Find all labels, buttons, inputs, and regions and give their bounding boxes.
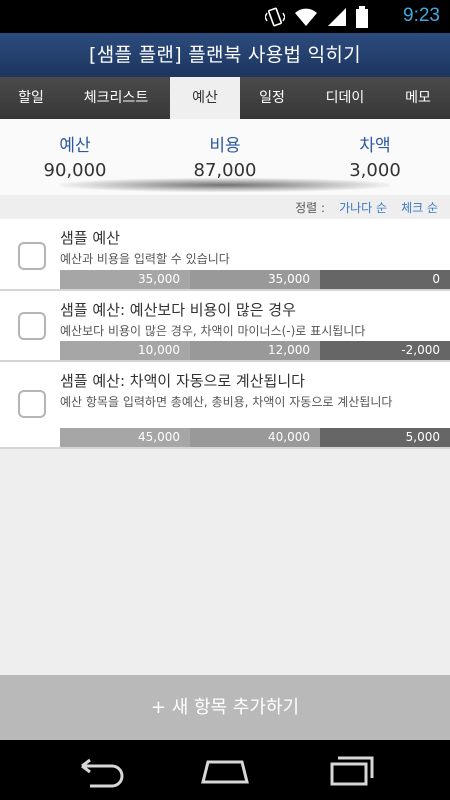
item-budget-value: 35,000 <box>60 270 190 289</box>
item-amount-bar: 35,000 35,000 0 <box>60 270 450 289</box>
signal-icon <box>328 8 346 26</box>
tab-checklist[interactable]: 체크리스트 <box>62 77 170 119</box>
title-bar: [샘플 플랜] 플랜북 사용법 익히기 <box>0 33 450 77</box>
tab-todo[interactable]: 할일 <box>0 77 62 119</box>
item-checkbox[interactable] <box>18 312 46 340</box>
list-item[interactable]: 샘플 예산 예산과 비용을 입력할 수 있습니다 35,000 35,000 0 <box>0 219 450 291</box>
home-icon[interactable] <box>195 752 255 788</box>
item-cost-value: 40,000 <box>190 428 320 447</box>
list-item[interactable]: 샘플 예산: 예산보다 비용이 많은 경우 예산보다 비용이 많은 경우, 차액… <box>0 291 450 362</box>
tab-bar: 할일 체크리스트 예산 일정 디데이 메모 <box>0 77 450 119</box>
sort-row: 정렬 : 가나다 순 체크 순 <box>0 195 450 219</box>
item-diff-value: -2,000 <box>320 341 450 360</box>
add-item-label: + 새 항목 추가하기 <box>150 697 300 718</box>
item-diff-value: 0 <box>320 270 450 289</box>
item-description: 예산 항목을 입력하면 총예산, 총비용, 차액이 자동으로 계산됩니다 <box>60 395 393 409</box>
item-budget-value: 45,000 <box>60 428 190 447</box>
item-description: 예산보다 비용이 많은 경우, 차액이 마이너스(-)로 표시됩니다 <box>60 324 366 338</box>
page-title: [샘플 플랜] 플랜북 사용법 익히기 <box>89 44 361 66</box>
status-bar: 9:23 <box>0 0 450 33</box>
item-checkbox[interactable] <box>18 390 46 418</box>
item-title: 샘플 예산: 차액이 자동으로 계산됩니다 <box>60 372 305 390</box>
item-cost-value: 35,000 <box>190 270 320 289</box>
tab-schedule[interactable]: 일정 <box>240 77 304 119</box>
status-icons <box>265 6 368 28</box>
tab-dday[interactable]: 디데이 <box>304 77 386 119</box>
summary-diff-label: 차액 <box>359 136 391 156</box>
tab-memo[interactable]: 메모 <box>386 77 450 119</box>
budget-list: 샘플 예산 예산과 비용을 입력할 수 있습니다 35,000 35,000 0… <box>0 219 450 449</box>
summary-budget-label: 예산 <box>59 136 91 156</box>
summary-cost-label: 비용 <box>209 136 241 156</box>
recents-icon[interactable] <box>322 752 382 788</box>
sort-by-name-link[interactable]: 가나다 순 <box>339 199 387 216</box>
list-item[interactable]: 샘플 예산: 차액이 자동으로 계산됩니다 예산 항목을 입력하면 총예산, 총… <box>0 362 450 449</box>
item-checkbox[interactable] <box>18 242 46 270</box>
back-icon[interactable] <box>70 752 130 788</box>
sort-label: 정렬 : <box>295 201 326 215</box>
system-nav-bar <box>0 740 450 800</box>
sort-by-check-link[interactable]: 체크 순 <box>401 199 438 216</box>
wifi-icon <box>295 8 317 26</box>
status-time: 9:23 <box>403 5 440 26</box>
battery-icon <box>356 6 368 28</box>
item-amount-bar: 45,000 40,000 5,000 <box>60 428 450 447</box>
add-item-button[interactable]: + 새 항목 추가하기 <box>0 675 450 740</box>
item-cost-value: 12,000 <box>190 341 320 360</box>
item-diff-value: 5,000 <box>320 428 450 447</box>
item-amount-bar: 10,000 12,000 -2,000 <box>60 341 450 360</box>
item-description: 예산과 비용을 입력할 수 있습니다 <box>60 252 230 266</box>
item-budget-value: 10,000 <box>60 341 190 360</box>
item-title: 샘플 예산 <box>60 229 120 247</box>
vibrate-icon <box>265 7 285 27</box>
item-title: 샘플 예산: 예산보다 비용이 많은 경우 <box>60 301 296 319</box>
tab-budget[interactable]: 예산 <box>170 77 240 119</box>
summary-shadow <box>60 178 390 192</box>
